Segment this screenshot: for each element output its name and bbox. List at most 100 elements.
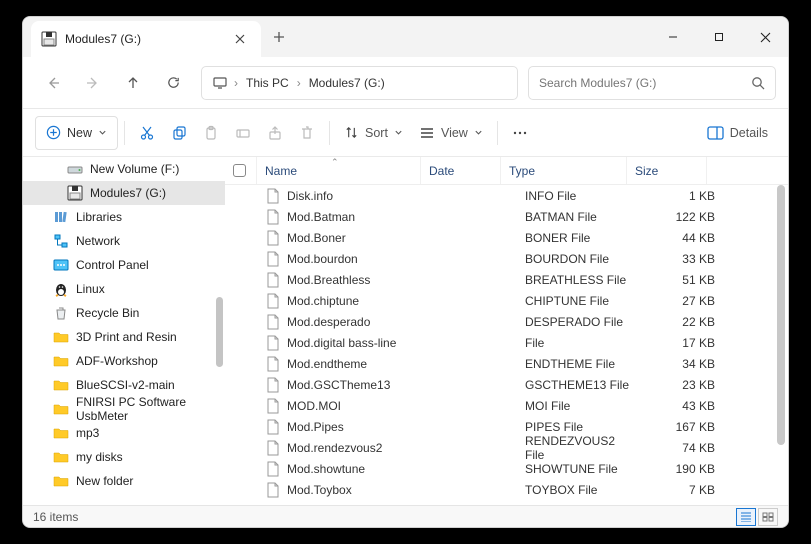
refresh-button[interactable] bbox=[155, 65, 191, 101]
breadcrumb-segment[interactable]: This PC bbox=[244, 76, 291, 90]
libraries-icon bbox=[53, 209, 69, 225]
sidebar-item[interactable]: ADF-Workshop bbox=[23, 349, 225, 373]
navigation-pane: New Volume (F:)Modules7 (G:)LibrariesNet… bbox=[23, 157, 225, 505]
file-icon bbox=[265, 314, 281, 330]
sidebar-item-label: my disks bbox=[76, 450, 123, 464]
file-name: Mod.showtune bbox=[287, 462, 365, 476]
share-button[interactable] bbox=[259, 116, 291, 150]
file-row[interactable]: Mod.bourdonBOURDON File33 KB bbox=[225, 248, 788, 269]
item-count: 16 items bbox=[33, 510, 78, 524]
file-icon bbox=[265, 251, 281, 267]
details-view-toggle[interactable] bbox=[736, 508, 756, 526]
file-row[interactable]: Mod.BreathlessBREATHLESS File51 KB bbox=[225, 269, 788, 290]
sidebar-item[interactable]: my disks bbox=[23, 445, 225, 469]
sort-button[interactable]: Sort bbox=[336, 116, 411, 150]
thumbnails-view-toggle[interactable] bbox=[758, 508, 778, 526]
search-box[interactable] bbox=[528, 66, 776, 100]
new-tab-button[interactable] bbox=[261, 17, 297, 57]
sidebar-item[interactable]: Network bbox=[23, 229, 225, 253]
file-list: ⌃ Name Date Type Size Disk.infoINFO File… bbox=[225, 157, 788, 505]
sidebar-item[interactable]: BlueSCSI-v2-main bbox=[23, 373, 225, 397]
sidebar-item[interactable]: mp3 bbox=[23, 421, 225, 445]
file-row[interactable]: Mod.digital bass-lineFile17 KB bbox=[225, 332, 788, 353]
file-row[interactable]: Mod.chiptuneCHIPTUNE File27 KB bbox=[225, 290, 788, 311]
copy-button[interactable] bbox=[163, 116, 195, 150]
sidebar-item[interactable]: Modules7 (G:) bbox=[23, 181, 225, 205]
close-button[interactable] bbox=[742, 17, 788, 57]
sidebar-scrollbar[interactable] bbox=[214, 157, 225, 505]
status-bar: 16 items bbox=[23, 505, 788, 527]
column-header-type[interactable]: Type bbox=[501, 157, 627, 184]
sidebar-item[interactable]: Linux bbox=[23, 277, 225, 301]
scrollbar-thumb[interactable] bbox=[777, 185, 785, 445]
separator bbox=[497, 121, 498, 145]
file-row[interactable]: Mod.desperadoDESPERADO File22 KB bbox=[225, 311, 788, 332]
up-button[interactable] bbox=[115, 65, 151, 101]
search-input[interactable] bbox=[539, 76, 751, 90]
sidebar-item-label: Linux bbox=[76, 282, 105, 296]
floppy-icon bbox=[67, 185, 83, 201]
window-tab[interactable]: Modules7 (G:) bbox=[31, 21, 261, 57]
chevron-down-icon bbox=[394, 128, 403, 137]
view-button[interactable]: View bbox=[411, 116, 491, 150]
file-size: 44 KB bbox=[643, 231, 723, 245]
folder-icon bbox=[53, 449, 69, 465]
cut-button[interactable] bbox=[131, 116, 163, 150]
file-type: File bbox=[517, 336, 643, 350]
file-icon bbox=[265, 209, 281, 225]
recycle-icon bbox=[53, 305, 69, 321]
file-row[interactable]: Mod.BatmanBATMAN File122 KB bbox=[225, 206, 788, 227]
delete-button[interactable] bbox=[291, 116, 323, 150]
details-button[interactable]: Details bbox=[699, 116, 776, 150]
file-row[interactable]: Mod.PipesPIPES File167 KB bbox=[225, 416, 788, 437]
sidebar-item[interactable]: 3D Print and Resin bbox=[23, 325, 225, 349]
paste-button[interactable] bbox=[195, 116, 227, 150]
main-scrollbar[interactable] bbox=[774, 157, 788, 505]
rename-button[interactable] bbox=[227, 116, 259, 150]
file-row[interactable]: Mod.rendezvous2RENDEZVOUS2 File74 KB bbox=[225, 437, 788, 458]
title-bar: Modules7 (G:) bbox=[23, 17, 788, 57]
file-row[interactable]: Mod.GSCTheme13GSCTHEME13 File23 KB bbox=[225, 374, 788, 395]
file-icon bbox=[265, 377, 281, 393]
file-row[interactable]: Disk.infoINFO File1 KB bbox=[225, 185, 788, 206]
column-header-size[interactable]: Size bbox=[627, 157, 707, 184]
back-button[interactable] bbox=[35, 65, 71, 101]
folder-icon bbox=[53, 473, 69, 489]
file-name: Mod.rendezvous2 bbox=[287, 441, 382, 455]
column-header-date[interactable]: Date bbox=[421, 157, 501, 184]
forward-button[interactable] bbox=[75, 65, 111, 101]
file-row[interactable]: Mod.endthemeENDTHEME File34 KB bbox=[225, 353, 788, 374]
sidebar-item[interactable]: New folder bbox=[23, 469, 225, 493]
tab-close-button[interactable] bbox=[227, 26, 253, 52]
sidebar-item[interactable]: New Volume (F:) bbox=[23, 157, 225, 181]
file-name: Mod.chiptune bbox=[287, 294, 359, 308]
file-size: 34 KB bbox=[643, 357, 723, 371]
sidebar-item[interactable]: Control Panel bbox=[23, 253, 225, 277]
more-button[interactable] bbox=[504, 116, 536, 150]
file-size: 27 KB bbox=[643, 294, 723, 308]
scrollbar-thumb[interactable] bbox=[216, 297, 223, 367]
select-all-checkbox[interactable] bbox=[225, 157, 257, 184]
new-button[interactable]: New bbox=[35, 116, 118, 150]
sidebar-item[interactable]: FNIRSI PC Software UsbMeter bbox=[23, 397, 225, 421]
maximize-button[interactable] bbox=[696, 17, 742, 57]
file-type: TOYBOX File bbox=[517, 483, 643, 497]
sidebar-item[interactable]: Libraries bbox=[23, 205, 225, 229]
file-icon bbox=[265, 398, 281, 414]
file-row[interactable]: Mod.ToyboxTOYBOX File7 KB bbox=[225, 479, 788, 500]
file-icon bbox=[265, 419, 281, 435]
minimize-button[interactable] bbox=[650, 17, 696, 57]
file-type: BREATHLESS File bbox=[517, 273, 643, 287]
file-row[interactable]: MOD.MOIMOI File43 KB bbox=[225, 395, 788, 416]
sidebar-item[interactable]: Recycle Bin bbox=[23, 301, 225, 325]
file-name: Mod.GSCTheme13 bbox=[287, 378, 390, 392]
column-header-name[interactable]: Name bbox=[257, 157, 421, 184]
breadcrumb-segment[interactable]: Modules7 (G:) bbox=[307, 76, 387, 90]
address-bar[interactable]: › This PC › Modules7 (G:) bbox=[201, 66, 518, 100]
file-row[interactable]: Mod.showtuneSHOWTUNE File190 KB bbox=[225, 458, 788, 479]
file-row[interactable]: Mod.BonerBONER File44 KB bbox=[225, 227, 788, 248]
file-type: SHOWTUNE File bbox=[517, 462, 643, 476]
file-size: 22 KB bbox=[643, 315, 723, 329]
file-name: Mod.Batman bbox=[287, 210, 355, 224]
file-type: PIPES File bbox=[517, 420, 643, 434]
